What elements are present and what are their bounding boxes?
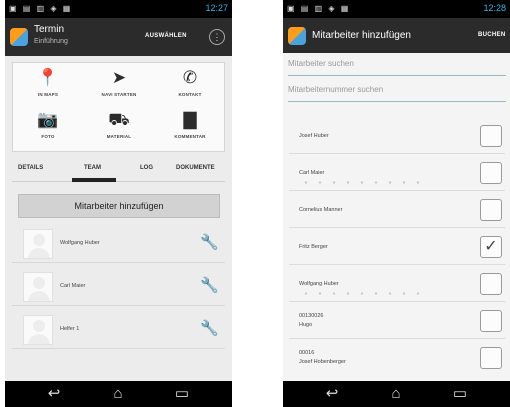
- comment-button[interactable]: ▇ KOMMENTAR: [157, 109, 223, 149]
- contact-label: KONTAKT: [178, 92, 202, 97]
- employee-checkbox[interactable]: [480, 199, 502, 221]
- employee-checkbox[interactable]: [480, 125, 502, 147]
- tab-log[interactable]: LOG: [140, 165, 153, 171]
- back-icon[interactable]: ↩: [317, 385, 347, 403]
- maps-label: IN MAPS: [37, 92, 59, 97]
- avatar: [23, 272, 53, 302]
- list-item[interactable]: 00130026 Hugo: [289, 303, 505, 339]
- maps-button[interactable]: 📍 IN MAPS: [15, 67, 81, 107]
- action-bar: Termin Einführung AUSWÄHLEN ⋮: [5, 18, 232, 56]
- employee-number: 00130026: [299, 313, 324, 319]
- employee-name: Josef Hobenberger: [299, 359, 346, 365]
- redacted-detail: [299, 292, 429, 295]
- employee-name: Carl Maier: [299, 170, 325, 176]
- redacted-detail: [299, 181, 429, 184]
- notification-icons: ▣ ▤ ▥ ◈ ▦: [9, 4, 73, 13]
- status-bar: ▣ ▤ ▥ ◈ ▦ 12:27: [5, 0, 232, 18]
- team-member-name: Carl Maier: [60, 283, 86, 289]
- list-item[interactable]: Cornelius Manner: [289, 192, 505, 228]
- employee-name: Cornelius Manner: [299, 207, 343, 213]
- right-screen: ▣ ▤ ▥ ◈ ▦ 12:28 Mitarbeiter hinzufügen B…: [283, 0, 510, 407]
- action-bar-title: Mitarbeiter hinzufügen: [312, 30, 411, 41]
- action-bar-subtitle: Einführung: [34, 38, 68, 45]
- material-label: MATERIAL: [106, 134, 132, 139]
- back-icon[interactable]: ↩: [39, 385, 69, 403]
- list-item[interactable]: Josef Huber: [289, 118, 505, 154]
- comment-label: KOMMENTAR: [174, 134, 206, 139]
- app-logo-icon[interactable]: [10, 28, 28, 46]
- employee-name: Josef Huber: [299, 133, 329, 139]
- navigation-arrow-icon: ➤: [111, 68, 127, 87]
- book-button[interactable]: BUCHEN: [478, 32, 505, 38]
- employee-checkbox[interactable]: [480, 162, 502, 184]
- wrench-icon[interactable]: 🔧: [200, 319, 219, 339]
- employee-checkbox[interactable]: [480, 347, 502, 369]
- notification-icons: ▣ ▤ ▥ ◈ ▦: [287, 4, 351, 13]
- team-row[interactable]: Wolfgang Huber 🔧: [12, 225, 225, 263]
- recent-apps-icon[interactable]: ▭: [167, 385, 197, 403]
- action-bar-title: Termin: [34, 24, 65, 35]
- list-item[interactable]: Wolfgang Huber: [289, 266, 505, 302]
- team-row[interactable]: Helfer 1 🔧: [12, 311, 225, 349]
- employee-name: Fritz Berger: [299, 244, 328, 250]
- camera-icon: 📷: [37, 110, 59, 129]
- overflow-menu-icon[interactable]: ⋮: [209, 29, 225, 45]
- employee-name: Wolfgang Huber: [299, 281, 339, 287]
- wrench-icon[interactable]: 🔧: [200, 233, 219, 253]
- navigation-label: NAVI STARTEN: [101, 92, 137, 97]
- select-button[interactable]: AUSWÄHLEN: [145, 33, 187, 39]
- tab-documents[interactable]: DOKUMENTE: [176, 165, 215, 171]
- status-bar: ▣ ▤ ▥ ◈ ▦ 12:28: [283, 0, 510, 18]
- tab-team[interactable]: TEAM: [84, 165, 101, 171]
- photo-button[interactable]: 📷 FOTO: [15, 109, 81, 149]
- phone-icon: ✆: [182, 68, 198, 87]
- employee-number: 00016: [299, 350, 315, 356]
- status-time: 12:28: [483, 3, 506, 13]
- active-tab-indicator: [72, 178, 116, 182]
- list-item[interactable]: Carl Maier: [289, 155, 505, 191]
- status-time: 12:27: [205, 3, 228, 13]
- action-bar: Mitarbeiter hinzufügen BUCHEN: [283, 18, 510, 53]
- recent-apps-icon[interactable]: ▭: [445, 385, 475, 403]
- tab-bar: DETAILS TEAM LOG DOKUMENTE: [12, 158, 225, 182]
- employee-search-input[interactable]: Mitarbeiter suchen: [288, 56, 506, 76]
- navigation-button[interactable]: ➤ NAVI STARTEN: [86, 67, 152, 107]
- employee-checkbox[interactable]: [480, 273, 502, 295]
- team-member-name: Helfer 1: [60, 326, 80, 332]
- left-screen: ▣ ▤ ▥ ◈ ▦ 12:27 Termin Einführung AUSWÄH…: [5, 0, 232, 407]
- employee-checkbox-checked[interactable]: ✓: [480, 236, 502, 258]
- wrench-icon[interactable]: 🔧: [200, 276, 219, 296]
- employee-number-search-input[interactable]: Mitarbeiternummer suchen: [288, 82, 506, 102]
- material-button[interactable]: ⛟ MATERIAL: [86, 109, 152, 149]
- comment-icon: ▇: [183, 110, 197, 129]
- navigation-bar: ↩ ⌂ ▭: [283, 381, 510, 407]
- employee-name: Hugo: [299, 322, 313, 328]
- photo-label: FOTO: [41, 134, 55, 139]
- map-pin-icon: 📍: [37, 68, 59, 87]
- navigation-bar: ↩ ⌂ ▭: [5, 381, 232, 407]
- employee-checkbox[interactable]: [480, 310, 502, 332]
- home-icon[interactable]: ⌂: [103, 385, 133, 403]
- team-row[interactable]: Carl Maier 🔧: [12, 268, 225, 306]
- tab-details[interactable]: DETAILS: [18, 165, 43, 171]
- home-icon[interactable]: ⌂: [381, 385, 411, 403]
- avatar: [23, 229, 53, 259]
- contact-button[interactable]: ✆ KONTAKT: [157, 67, 223, 107]
- list-item[interactable]: Fritz Berger ✓: [289, 229, 505, 265]
- list-item[interactable]: 00016 Josef Hobenberger: [289, 340, 505, 376]
- avatar: [23, 315, 53, 345]
- add-employee-button[interactable]: Mitarbeiter hinzufügen: [18, 194, 220, 218]
- app-logo-icon[interactable]: [288, 27, 306, 45]
- material-icon: ⛟: [108, 110, 130, 129]
- action-grid: 📍 IN MAPS ➤ NAVI STARTEN ✆ KONTAKT 📷 FOT…: [12, 62, 225, 152]
- team-member-name: Wolfgang Huber: [60, 240, 100, 246]
